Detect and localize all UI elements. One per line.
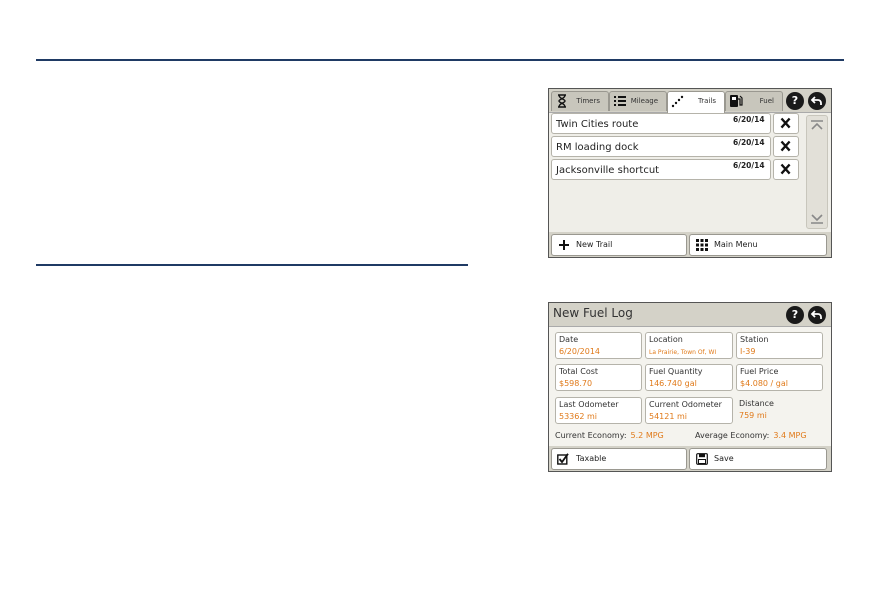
tab-label: Mileage	[630, 97, 658, 105]
field-label: Fuel Price	[740, 367, 779, 376]
field-value: 6/20/2014	[559, 347, 601, 356]
delete-button[interactable]	[773, 136, 799, 157]
checkbox-checked-icon[interactable]	[557, 453, 569, 465]
trail-list: Twin Cities route 6/20/14 RM loading doc…	[551, 113, 803, 182]
new-trail-label: New Trail	[576, 240, 613, 249]
average-economy-value: 3.4 MPG	[773, 431, 807, 440]
hourglass-icon	[558, 94, 566, 108]
fuel-log-screen: New Fuel Log ? Date 6/20/2014 Location L…	[548, 302, 832, 472]
trail-date: 6/20/14	[733, 161, 765, 170]
back-arrow-icon	[810, 96, 822, 105]
scroll-top-icon[interactable]	[810, 120, 824, 132]
trails-screen: Timers Mileage Trails Fuel ? Twin Cities…	[548, 88, 832, 258]
back-button[interactable]	[808, 306, 826, 324]
back-button[interactable]	[808, 92, 826, 110]
list-item[interactable]: Twin Cities route 6/20/14	[551, 113, 803, 134]
tab-fuel[interactable]: Fuel	[725, 91, 783, 111]
date-field[interactable]: Date 6/20/2014	[555, 332, 642, 359]
current-economy-label: Current Economy:	[555, 431, 627, 440]
save-button[interactable]: Save	[689, 448, 827, 470]
main-menu-button[interactable]: Main Menu	[689, 234, 827, 256]
field-value: La Prairie, Town Of, WI	[649, 349, 717, 356]
tab-label: Fuel	[759, 97, 774, 105]
trail-date: 6/20/14	[733, 115, 765, 124]
grid-menu-icon	[696, 239, 708, 251]
field-label: Total Cost	[559, 367, 599, 376]
help-icon: ?	[791, 94, 799, 107]
field-label: Current Odometer	[649, 400, 722, 409]
field-label: Date	[559, 335, 579, 344]
field-value: 146.740 gal	[649, 379, 697, 388]
top-divider-line	[36, 59, 844, 61]
main-menu-label: Main Menu	[714, 240, 758, 249]
current-odometer-field[interactable]: Current Odometer 54121 mi	[645, 397, 733, 424]
distance-readout: Distance 759 mi	[736, 397, 823, 424]
field-value: 54121 mi	[649, 412, 688, 421]
station-field[interactable]: Station I-39	[736, 332, 823, 359]
new-trail-button[interactable]: New Trail	[551, 234, 687, 256]
taxable-label: Taxable	[576, 454, 607, 463]
tab-trails[interactable]: Trails	[667, 91, 725, 113]
delete-button[interactable]	[773, 159, 799, 180]
field-label: Fuel Quantity	[649, 367, 703, 376]
save-label: Save	[714, 454, 734, 463]
scrollbar[interactable]	[806, 115, 828, 229]
tab-mileage[interactable]: Mileage	[609, 91, 667, 111]
close-icon	[780, 117, 791, 129]
fuel-price-field[interactable]: Fuel Price $4.080 / gal	[736, 364, 823, 391]
bottom-toolbar: Taxable Save	[549, 446, 831, 471]
delete-button[interactable]	[773, 113, 799, 134]
list-item[interactable]: Jacksonville shortcut 6/20/14	[551, 159, 803, 180]
trail-dots-icon	[671, 95, 684, 108]
average-economy-label: Average Economy:	[695, 431, 770, 440]
field-label: Last Odometer	[559, 400, 619, 409]
taxable-toggle[interactable]: Taxable	[551, 448, 687, 470]
field-value: I-39	[740, 347, 756, 356]
location-field[interactable]: Location La Prairie, Town Of, WI	[645, 332, 733, 359]
close-icon	[780, 140, 791, 152]
field-value: 759 mi	[739, 411, 767, 420]
trail-date: 6/20/14	[733, 138, 765, 147]
tab-bar: Timers Mileage Trails Fuel ?	[549, 89, 831, 113]
help-button[interactable]: ?	[786, 92, 804, 110]
back-arrow-icon	[810, 310, 822, 319]
tab-label: Trails	[698, 97, 716, 105]
list-item[interactable]: RM loading dock 6/20/14	[551, 136, 803, 157]
field-label: Location	[649, 335, 683, 344]
tab-timers[interactable]: Timers	[551, 91, 609, 111]
total-cost-field[interactable]: Total Cost $598.70	[555, 364, 642, 391]
list-icon	[614, 96, 626, 106]
page-title: New Fuel Log	[553, 306, 633, 320]
field-value: 53362 mi	[559, 412, 598, 421]
current-economy-value: 5.2 MPG	[630, 431, 664, 440]
section-divider-line	[36, 264, 468, 266]
average-economy: Average Economy: 3.4 MPG	[695, 431, 807, 440]
help-button[interactable]: ?	[786, 306, 804, 324]
scroll-bottom-icon[interactable]	[810, 212, 824, 224]
field-label: Station	[740, 335, 769, 344]
help-icon: ?	[791, 308, 799, 321]
fuel-quantity-field[interactable]: Fuel Quantity 146.740 gal	[645, 364, 733, 391]
save-disk-icon	[696, 453, 708, 465]
fuel-log-header: New Fuel Log ?	[549, 303, 831, 327]
field-value: $4.080 / gal	[740, 379, 788, 388]
close-icon	[780, 163, 791, 175]
current-economy: Current Economy: 5.2 MPG	[555, 431, 664, 440]
fuel-pump-icon	[730, 95, 743, 107]
tab-label: Timers	[576, 97, 600, 105]
last-odometer-field[interactable]: Last Odometer 53362 mi	[555, 397, 642, 424]
plus-icon	[559, 240, 569, 250]
field-label: Distance	[739, 399, 774, 408]
field-value: $598.70	[559, 379, 593, 388]
bottom-toolbar: New Trail Main Menu	[549, 232, 831, 257]
